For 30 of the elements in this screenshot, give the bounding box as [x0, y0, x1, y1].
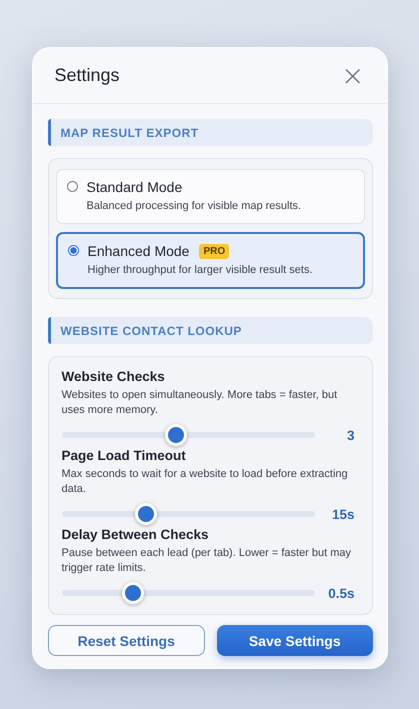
slider-thumb[interactable]	[135, 503, 158, 525]
setting-label: Website Checks	[62, 369, 166, 384]
radio-button[interactable]	[68, 245, 78, 256]
save-button[interactable]: Save Settings	[217, 625, 372, 656]
slider-track[interactable]	[62, 503, 314, 525]
setting-description: Max seconds to wait for a website to load before extracting data.	[62, 467, 349, 497]
slider-thumb[interactable]	[122, 582, 144, 604]
close-button[interactable]: ×	[341, 62, 364, 90]
mode-option[interactable]: Enhanced Mode PRO Higher throughput for larger visible result sets.	[56, 232, 364, 289]
slider-value: 15s	[330, 506, 354, 522]
setting-label: Delay Between Checks	[62, 527, 210, 542]
dialog-title: Settings	[54, 65, 120, 86]
mode-option[interactable]: Standard Mode Balanced processing for visible map results.	[56, 169, 364, 224]
slider-track[interactable]	[62, 424, 314, 446]
section-heading: MAP RESULT EXPORT	[48, 119, 372, 146]
slider-track[interactable]	[62, 582, 314, 604]
slider-value: 0.5s	[327, 586, 354, 600]
setting-label: Page Load Timeout	[62, 448, 187, 463]
radio-button[interactable]	[66, 181, 78, 192]
reset-button[interactable]: Reset Settings	[48, 625, 205, 656]
section-heading: WEBSITE CONTACT LOOKUP	[48, 317, 372, 344]
setting-description: Websites to open simultaneously. More tabs = faster, but uses more memory.	[62, 388, 338, 418]
option-description: Balanced processing for visible map results.	[86, 199, 302, 214]
setting-description: Pause between each lead (per tab). Lower = faster but may trigger rate limits.	[62, 546, 352, 576]
slider-thumb[interactable]	[165, 424, 188, 446]
pro-badge: PRO	[199, 244, 230, 258]
option-description: Higher throughput for larger visible result sets.	[88, 263, 312, 278]
slider-value: 3	[346, 428, 354, 442]
option-title: Enhanced Mode	[88, 243, 190, 259]
option-title: Standard Mode	[86, 179, 182, 195]
